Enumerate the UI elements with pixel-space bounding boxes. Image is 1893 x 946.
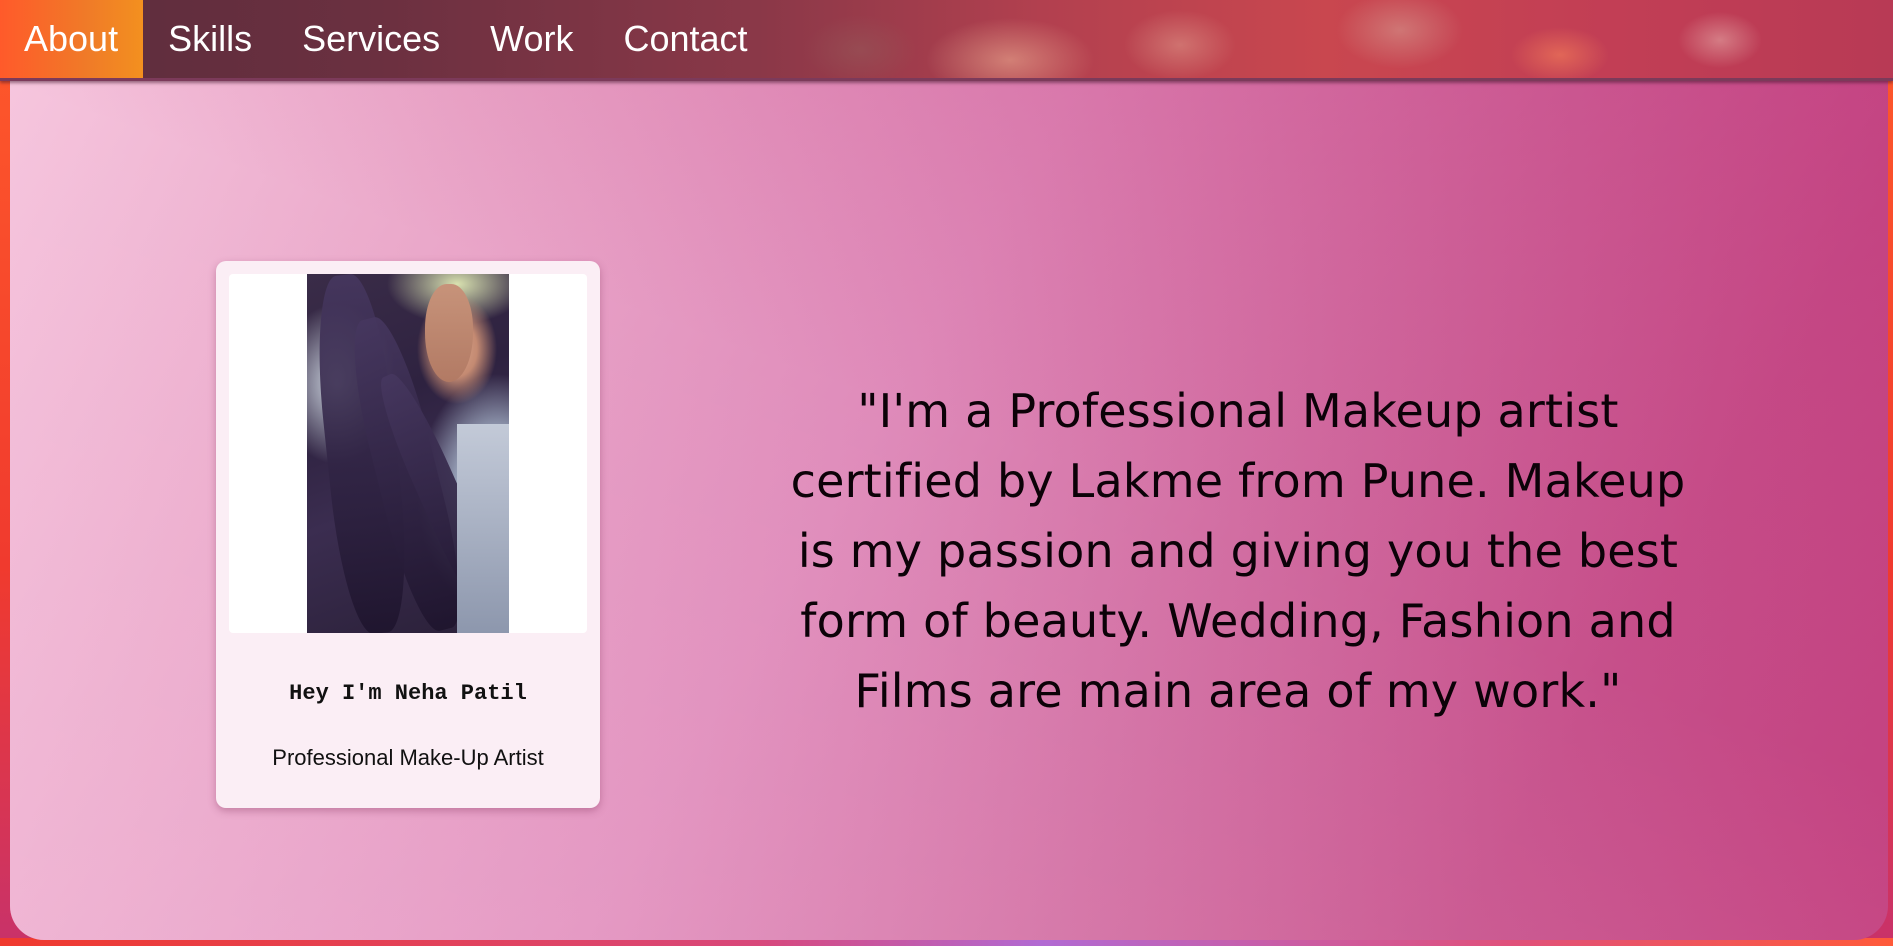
shirt-shape bbox=[457, 424, 509, 633]
face-shape bbox=[425, 284, 473, 382]
profile-photo-frame bbox=[229, 274, 587, 633]
nav-item-work[interactable]: Work bbox=[465, 0, 598, 78]
profile-role: Professional Make-Up Artist bbox=[272, 745, 544, 770]
profile-name: Hey I'm Neha Patil bbox=[289, 681, 527, 706]
top-navbar: About Skills Services Work Contact bbox=[0, 0, 1893, 81]
profile-card: Hey I'm Neha Patil Professional Make-Up … bbox=[216, 261, 600, 808]
about-section: Hey I'm Neha Patil Professional Make-Up … bbox=[10, 72, 1888, 940]
nav-item-skills[interactable]: Skills bbox=[143, 0, 277, 78]
nav-menu: About Skills Services Work Contact bbox=[0, 0, 773, 81]
about-quote: "I'm a Professional Makeup artist certif… bbox=[790, 384, 1686, 718]
nav-item-contact[interactable]: Contact bbox=[598, 0, 772, 78]
profile-photo bbox=[307, 274, 509, 633]
nav-item-about[interactable]: About bbox=[0, 0, 144, 78]
nav-item-services[interactable]: Services bbox=[277, 0, 465, 78]
